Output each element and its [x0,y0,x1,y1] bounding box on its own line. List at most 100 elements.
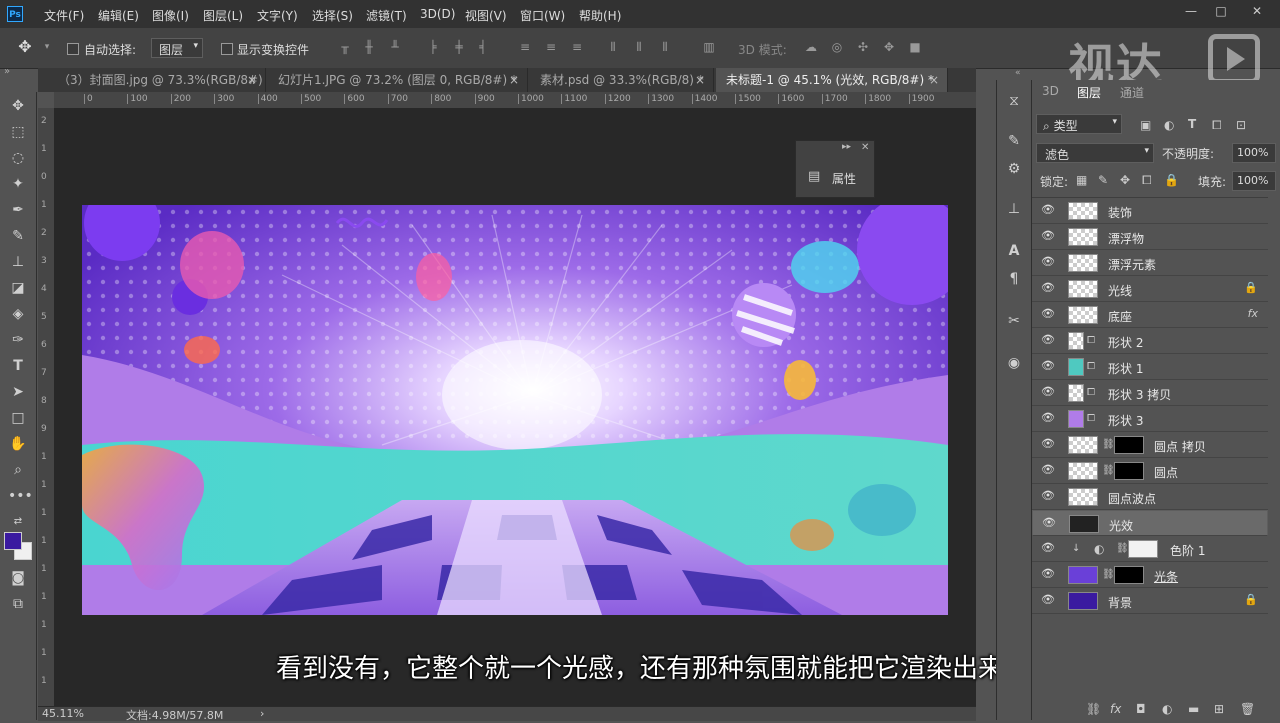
align-top-icon[interactable]: ╥ [338,40,352,54]
mask-link-icon[interactable]: ⛓ [1116,543,1129,554]
tab-slide[interactable]: 幻灯片1.JPG @ 73.2% (图层 0, RGB/8#) * × [268,68,528,92]
visibility-eye-icon[interactable]: 👁 [1040,282,1056,294]
adjustments-icon[interactable]: ⚙ [1005,160,1023,178]
visibility-eye-icon[interactable]: 👁 [1040,256,1056,268]
filter-type-icon[interactable]: T [1188,117,1196,131]
layer-row[interactable]: 👁 背景 🔒 [1032,588,1268,614]
close-window-button[interactable]: ✕ [1248,4,1266,20]
3d-icon[interactable]: ◉ [1005,354,1023,372]
mask-link-icon[interactable]: ⛓ [1102,569,1115,580]
align-bottom-icon[interactable]: ╨ [388,40,402,54]
layer-row[interactable]: 👁 ⛓ 圆点 拷贝 [1032,432,1268,458]
layer-row[interactable]: 👁 光线 🔒 [1032,276,1268,302]
properties-label[interactable]: 属性 [832,170,856,187]
tab-cover[interactable]: （3）封面图.jpg @ 73.3%(RGB/8#) × [48,68,266,92]
more-tools-icon[interactable]: ••• [8,486,33,506]
3d-roll-icon[interactable]: ◎ [830,40,844,54]
swap-colors-icon[interactable]: ⇄ [8,512,28,532]
tool-preset-chevron-icon[interactable]: ▾ [40,40,54,54]
distribute-vcenter-icon[interactable]: ≡ [544,40,558,54]
panel-expand-icon[interactable]: ▸▸ [842,142,851,152]
visibility-eye-icon[interactable]: 👁 [1040,594,1056,606]
align-right-icon[interactable]: ╡ [476,40,490,54]
distribute-left-icon[interactable]: ⦀ [606,40,620,54]
magic-wand-icon[interactable]: ✦ [8,174,28,194]
visibility-eye-icon[interactable]: 👁 [1040,412,1056,424]
distribute-right-icon[interactable]: ⦀ [658,40,672,54]
tab-channels[interactable]: 通道 [1120,84,1144,101]
lasso-tool-icon[interactable]: ◌ [8,148,28,168]
3d-slide-icon[interactable]: ✥ [882,40,896,54]
layer-row[interactable]: 👁 装饰 [1032,198,1268,224]
delete-layer-icon[interactable]: 🗑 [1240,702,1255,716]
paint-bucket-icon[interactable]: ◈ [8,304,28,324]
link-layers-icon[interactable]: ⛓ [1086,702,1101,716]
visibility-eye-icon[interactable]: 👁 [1040,308,1056,320]
menu-filter[interactable]: 滤镜(T) [366,7,407,24]
lock-pixels-icon[interactable]: ✎ [1098,173,1108,187]
history-icon[interactable]: ⧖ [1005,92,1023,110]
mask-link-icon[interactable]: ⛓ [1102,465,1115,476]
tab-close-icon[interactable]: × [695,68,705,92]
tab-close-icon[interactable]: × [509,68,519,92]
hand-tool-icon[interactable]: ✋ [8,434,28,454]
auto-select-checkbox[interactable] [67,43,79,55]
layer-row[interactable]: 👁 圆点波点 [1032,484,1268,510]
visibility-eye-icon[interactable]: 👁 [1040,568,1056,580]
visibility-eye-icon[interactable]: 👁 [1040,438,1056,450]
menu-select[interactable]: 选择(S) [312,7,353,24]
layer-row[interactable]: 👁 漂浮物 [1032,224,1268,250]
align-vcenter-icon[interactable]: ╫ [362,40,376,54]
visibility-eye-icon[interactable]: 👁 [1040,386,1056,398]
menu-edit[interactable]: 编辑(E) [98,7,139,24]
pen-tool-icon[interactable]: ✑ [8,330,28,350]
lock-transparency-icon[interactable]: ▦ [1076,173,1087,187]
filter-adjustment-icon[interactable]: ◐ [1164,118,1174,132]
menu-layer[interactable]: 图层(L) [203,7,243,24]
eraser-tool-icon[interactable]: ◪ [8,278,28,298]
visibility-eye-icon[interactable]: 👁 [1040,360,1056,372]
visibility-eye-icon[interactable]: 👁 [1040,542,1056,554]
filter-smart-object-icon[interactable]: ⊡ [1236,118,1246,132]
brush-tool-icon[interactable]: ✎ [8,226,28,246]
brush-settings-icon[interactable]: ✎ [1005,132,1023,150]
chevron-right-icon[interactable]: › [260,707,264,720]
stamp-tool-icon[interactable]: ⊥ [8,252,28,272]
eyedropper-icon[interactable]: ✒ [8,200,28,220]
visibility-eye-icon[interactable]: 👁 [1041,517,1057,529]
minimize-button[interactable]: — [1182,4,1200,20]
visibility-eye-icon[interactable]: 👁 [1040,230,1056,242]
zoom-level[interactable]: 45.11% [42,707,84,720]
menu-help[interactable]: 帮助(H) [579,7,621,24]
visibility-eye-icon[interactable]: 👁 [1040,464,1056,476]
new-adjustment-icon[interactable]: ◐ [1162,702,1172,716]
new-group-icon[interactable]: ▬ [1188,702,1199,716]
filter-shape-icon[interactable]: ⧠ [1212,118,1222,133]
filter-pixel-icon[interactable]: ▣ [1140,118,1151,132]
collapse-icon[interactable]: « [1015,68,1021,78]
mask-link-icon[interactable]: ⛓ [1102,439,1115,450]
layer-row[interactable]: 👁 ⛓ 光条 [1032,562,1268,588]
new-layer-icon[interactable]: ⊞ [1214,702,1224,716]
type-tool-icon[interactable]: T [8,356,28,376]
clone-source-icon[interactable]: ⊥ [1005,200,1023,218]
tab-untitled-active[interactable]: 未标题-1 @ 45.1% (光效, RGB/8#) * × [716,68,948,92]
layer-row-selected[interactable]: 👁 光效 [1032,510,1268,536]
add-style-icon[interactable]: fx [1110,702,1121,716]
layer-row[interactable]: 👁 ↓ ◐ ⛓ 色阶 1 [1032,536,1268,562]
auto-select-dropdown[interactable]: 图层 ▾ [151,38,203,58]
layer-row[interactable]: 👁 ⧠ 形状 2 [1032,328,1268,354]
quick-mask-icon[interactable]: ◙ [8,568,28,588]
add-mask-icon[interactable]: ◘ [1136,702,1146,716]
layer-row[interactable]: 👁 ⧠ 形状 3 [1032,406,1268,432]
lock-position-icon[interactable]: ✥ [1120,173,1130,187]
opacity-input[interactable]: 100% [1232,143,1276,163]
layer-mask-thumbnail[interactable] [1128,540,1158,558]
align-hcenter-icon[interactable]: ╪ [452,40,466,54]
maximize-button[interactable]: □ [1212,4,1230,20]
blend-mode-dropdown[interactable]: 滤色 ▾ [1036,143,1154,163]
path-selection-icon[interactable]: ➤ [8,382,28,402]
layer-effects-icon[interactable]: fx [1248,307,1258,320]
marquee-tool-icon[interactable]: ⬚ [8,122,28,142]
distribute-top-icon[interactable]: ≡ [518,40,532,54]
